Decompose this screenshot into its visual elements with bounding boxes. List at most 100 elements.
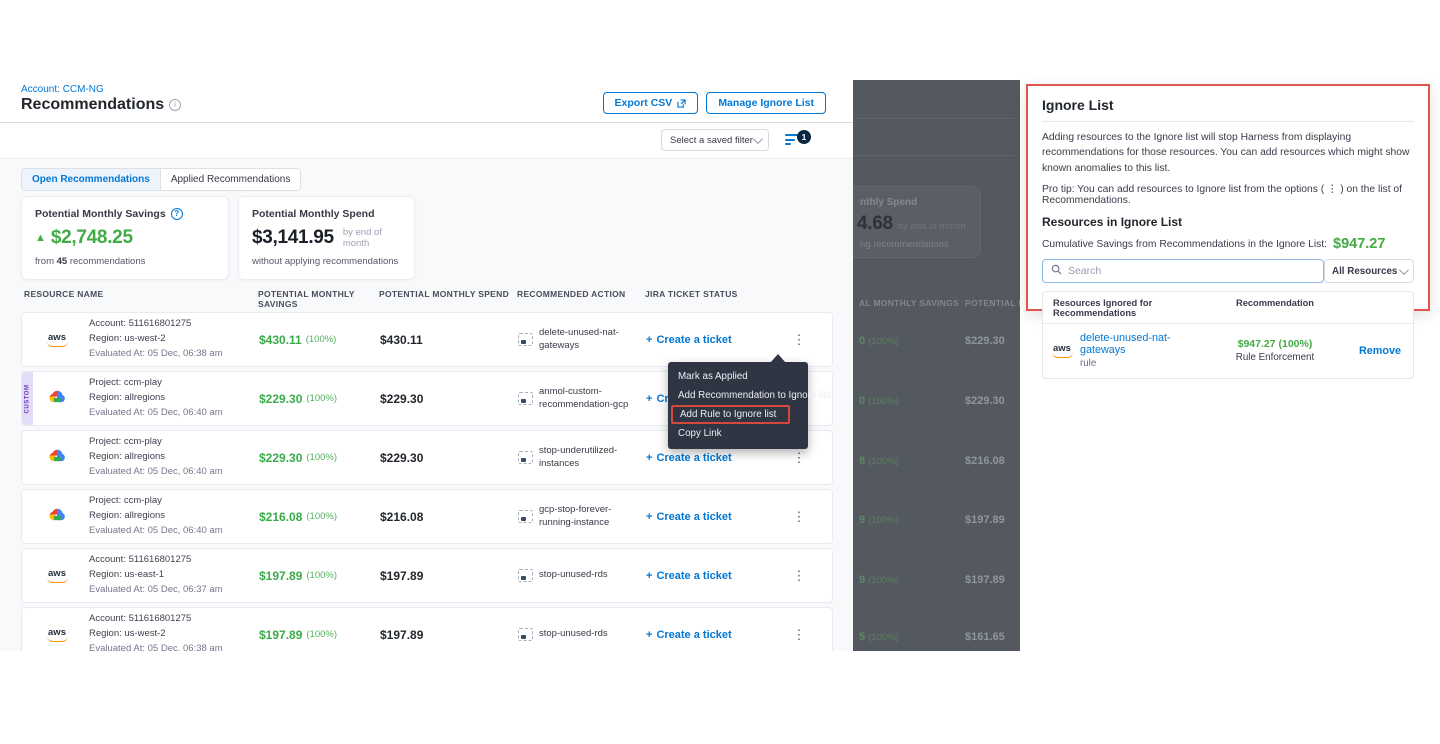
help-icon[interactable]: ? xyxy=(171,208,183,220)
spend-card-label: Potential Monthly Spend xyxy=(252,208,375,220)
resource-account: Account: 511616801275 xyxy=(89,612,223,627)
spend-suffix: by end of month xyxy=(343,227,401,249)
resource-account: Account: 511616801275 xyxy=(89,553,223,568)
tab-open-recommendations[interactable]: Open Recommendations xyxy=(22,169,161,190)
aws-icon: aws xyxy=(48,628,66,642)
rule-icon xyxy=(518,569,533,582)
savings-percent: (100%) xyxy=(306,629,337,640)
kebab-menu-icon[interactable]: ⋮ xyxy=(793,333,806,346)
gcp-icon xyxy=(48,448,66,468)
savings-card-label: Potential Monthly Savings xyxy=(35,208,166,220)
manage-ignore-list-button[interactable]: Manage Ignore List xyxy=(706,92,826,114)
chevron-down-icon xyxy=(1399,265,1409,275)
resource-region: Region: allregions xyxy=(89,450,223,465)
filter-panel-toggle[interactable]: 1 xyxy=(785,131,811,149)
ignore-list-description: Adding resources to the Ignore list will… xyxy=(1042,130,1414,176)
kebab-menu-icon[interactable]: ⋮ xyxy=(793,451,806,464)
resource-evaluated-at: Evaluated At: 05 Dec, 06:37 am xyxy=(89,583,223,598)
table-row[interactable]: aws Account: 511616801275 Region: us-wes… xyxy=(21,312,833,367)
filter-count-badge: 1 xyxy=(797,130,811,144)
rule-icon xyxy=(518,628,533,641)
savings-amount: $430.11 xyxy=(259,333,302,347)
create-ticket-link[interactable]: +Create a ticket xyxy=(646,570,732,582)
page-title: Recommendations xyxy=(21,96,164,114)
gcp-icon xyxy=(48,389,66,409)
savings-amount: $229.30 xyxy=(259,392,302,406)
table-row[interactable]: Project: ccm-play Region: allregions Eva… xyxy=(21,489,833,544)
info-icon[interactable]: i xyxy=(169,99,181,111)
action-name: gcp-stop-forever-running-instance xyxy=(539,504,646,529)
tab-applied-recommendations[interactable]: Applied Recommendations xyxy=(161,169,301,190)
rule-icon xyxy=(518,333,533,346)
table-row[interactable]: aws Account: 511616801275 Region: us-wes… xyxy=(21,607,833,651)
ignored-savings-source: Rule Enforcement xyxy=(1211,352,1339,363)
resource-region: Region: us-west-2 xyxy=(89,627,223,642)
action-name: anmol-custom-recommendation-gcp xyxy=(539,386,646,411)
ignore-list-title: Ignore List xyxy=(1042,97,1414,113)
menu-item-add-recommendation-to-ignore-list[interactable]: Add Recommendation to Ignore list xyxy=(668,386,808,405)
kebab-menu-icon[interactable]: ⋮ xyxy=(793,510,806,523)
savings-percent: (100%) xyxy=(306,570,337,581)
aws-icon: aws xyxy=(48,333,66,347)
saved-filter-select[interactable]: Select a saved filter xyxy=(661,129,769,151)
ignored-rule-link[interactable]: delete-unused-nat-gateways xyxy=(1080,332,1211,356)
savings-amount: $197.89 xyxy=(259,569,302,583)
col-jira-ticket-status: JIRA TICKET STATUS xyxy=(645,289,775,309)
search-input[interactable] xyxy=(1068,265,1315,277)
resources-in-ignore-list-title: Resources in Ignore List xyxy=(1042,215,1414,229)
potential-monthly-spend-card: Potential Monthly Spend $3,141.95 by end… xyxy=(238,196,415,280)
ignore-list-row: aws delete-unused-nat-gateways rule $947… xyxy=(1043,324,1413,378)
all-resources-label: All Resources xyxy=(1332,266,1397,277)
resource-region: Region: allregions xyxy=(89,391,223,406)
savings-subtext: from 45 recommendations xyxy=(35,256,215,267)
kebab-menu-icon[interactable]: ⋮ xyxy=(793,569,806,582)
ignore-list-panel: Ignore List Adding resources to the Igno… xyxy=(1026,84,1430,311)
search-icon xyxy=(1051,262,1062,280)
context-menu-arrow xyxy=(770,354,786,363)
create-ticket-link[interactable]: +Create a ticket xyxy=(646,511,732,523)
savings-percent: (100%) xyxy=(306,452,337,463)
savings-percent: (100%) xyxy=(306,393,337,404)
resource-evaluated-at: Evaluated At: 05 Dec, 06:38 am xyxy=(89,642,223,651)
resource-account: Account: 511616801275 xyxy=(89,317,223,332)
export-csv-button[interactable]: Export CSV xyxy=(603,92,699,114)
table-row[interactable]: aws Account: 511616801275 Region: us-eas… xyxy=(21,548,833,603)
spend-value: $3,141.95 xyxy=(252,227,334,249)
ignore-list-search[interactable] xyxy=(1042,259,1324,283)
screenshot-root: Account: CCM-NG Recommendations i Export… xyxy=(0,0,1440,744)
action-name: stop-unused-rds xyxy=(539,628,612,640)
spend-amount: $229.30 xyxy=(380,451,423,465)
menu-item-add-rule-to-ignore-list[interactable]: Add Rule to Ignore list xyxy=(671,405,790,424)
savings-up-icon: ▲ xyxy=(35,233,46,244)
dimmed-spend-card: nthly Spend 4.68 by end of month ng reco… xyxy=(853,186,981,258)
resource-region: Region: us-west-2 xyxy=(89,332,223,347)
rule-icon xyxy=(518,451,533,464)
menu-item-copy-link[interactable]: Copy Link xyxy=(668,424,808,443)
create-ticket-link[interactable]: +Create a ticket xyxy=(646,334,732,346)
spend-amount: $229.30 xyxy=(380,392,423,406)
panel-divider xyxy=(1042,121,1414,122)
savings-amount: $216.08 xyxy=(259,510,302,524)
action-name: stop-unused-rds xyxy=(539,569,612,581)
col-resource-name: RESOURCE NAME xyxy=(24,289,258,309)
create-ticket-link[interactable]: +Create a ticket xyxy=(646,629,732,641)
remove-button[interactable]: Remove xyxy=(1339,345,1403,357)
chevron-down-icon xyxy=(753,134,763,144)
potential-monthly-savings-card: Potential Monthly Savings ? ▲ $2,748.25 … xyxy=(21,196,229,280)
col-potential-spend: POTENTIAL MONTHLY SPEND xyxy=(379,289,517,309)
dimmed-backdrop: nthly Spend 4.68 by end of month ng reco… xyxy=(853,80,1020,651)
kebab-menu-icon[interactable]: ⋮ xyxy=(793,628,806,641)
recommendations-tabs: Open Recommendations Applied Recommendat… xyxy=(21,168,301,191)
menu-item-mark-as-applied[interactable]: Mark as Applied xyxy=(668,367,808,386)
savings-value: $2,748.25 xyxy=(51,227,133,249)
breadcrumb[interactable]: Account: CCM-NG xyxy=(21,84,104,95)
savings-amount: $197.89 xyxy=(259,628,302,642)
rule-icon xyxy=(518,392,533,405)
create-ticket-link[interactable]: +Create a ticket xyxy=(646,452,732,464)
gcp-icon xyxy=(48,507,66,527)
all-resources-select[interactable]: All Resources xyxy=(1324,259,1414,283)
col-resources-ignored: Resources Ignored for Recommendations xyxy=(1053,298,1211,318)
cumulative-savings-value: $947.27 xyxy=(1333,236,1385,252)
header-divider xyxy=(0,122,853,123)
custom-tag: CUSTOM xyxy=(22,372,33,425)
